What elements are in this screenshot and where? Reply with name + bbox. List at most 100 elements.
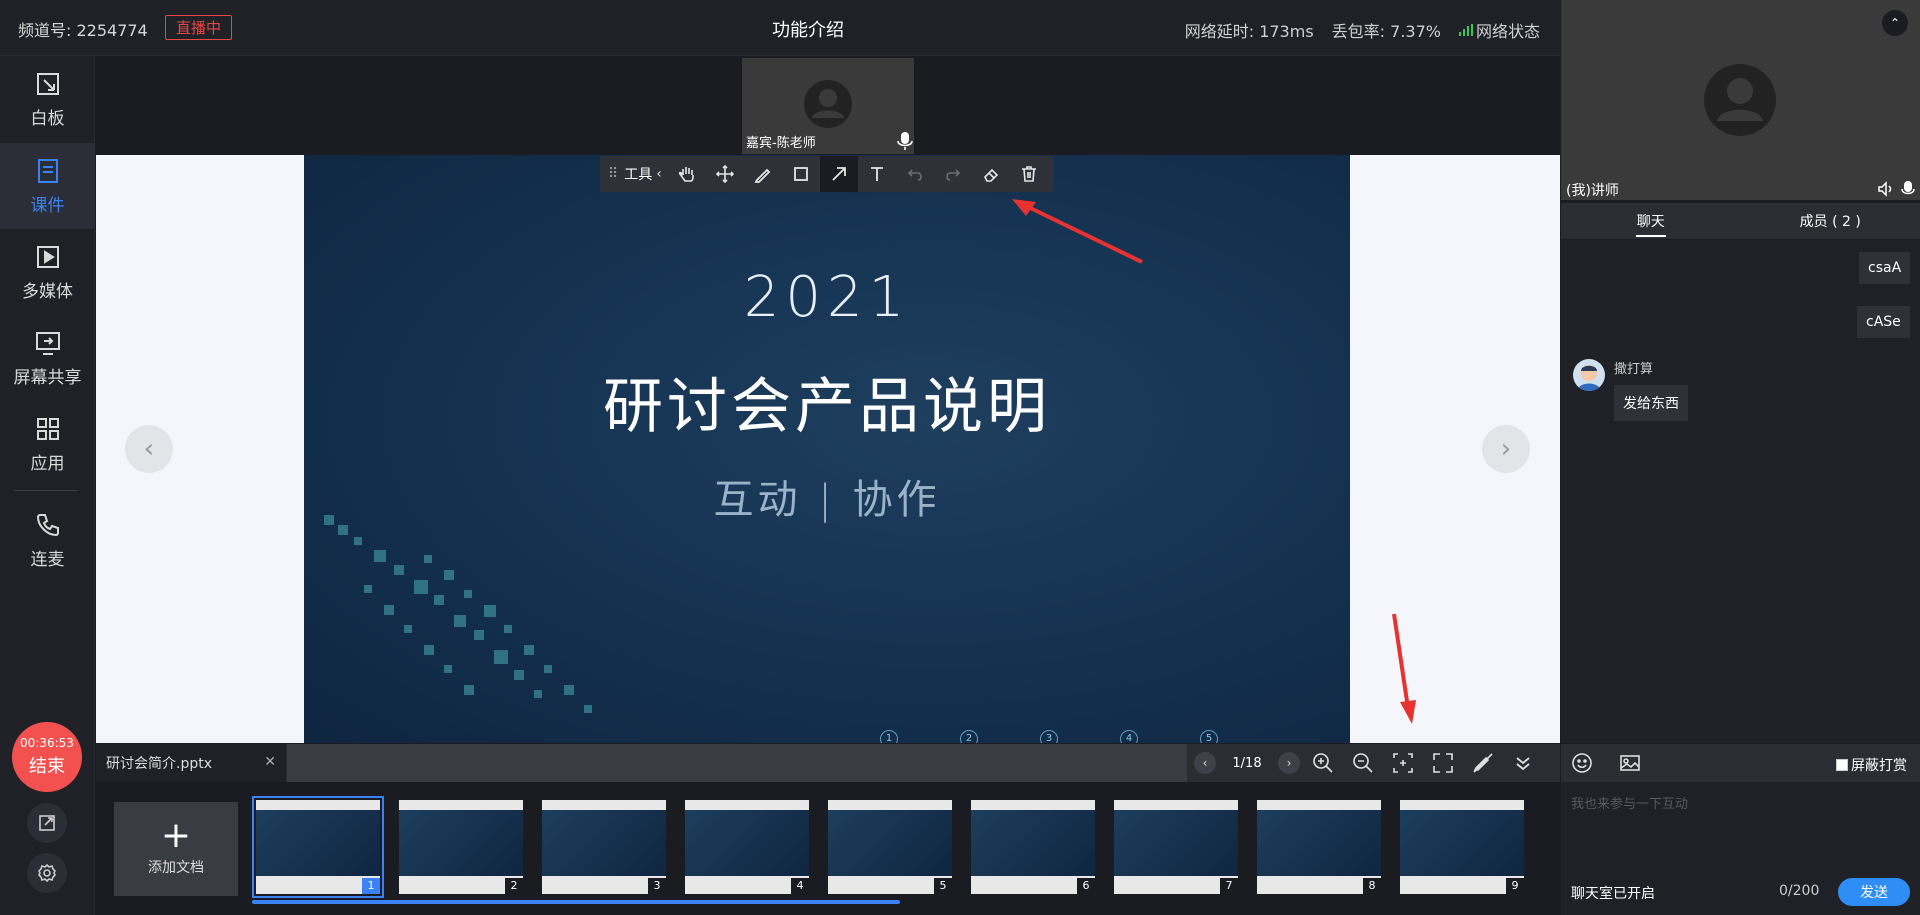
sidebar-item-whiteboard[interactable]: 白板 [0, 56, 95, 142]
send-button[interactable]: 发送 [1838, 878, 1910, 906]
tab-members[interactable]: 成员 ( 2 ) [1741, 203, 1920, 239]
slide-footer-number: 3 [1040, 730, 1058, 743]
popout-button[interactable] [27, 803, 67, 843]
thumbnail-number: 4 [791, 878, 809, 894]
slide-thumbnail[interactable]: 4 [685, 800, 809, 894]
annotation-toggle-button[interactable] [1466, 746, 1500, 780]
collapse-toolbar-button[interactable]: ‹ [656, 166, 662, 182]
sidebar-item-label: 连麦 [30, 549, 65, 570]
end-label: 结束 [29, 756, 65, 777]
document-controls: ‹ 1/18 › [1188, 744, 1560, 782]
slide-thumbnail[interactable]: 6 [971, 800, 1095, 894]
presenter-name: (我)讲师 [1566, 183, 1619, 199]
mic-icon [896, 131, 914, 155]
slide-footer-number: 5 [1200, 730, 1218, 743]
prev-slide-button[interactable]: ‹ [125, 425, 173, 473]
block-reward-label: 屏蔽打赏 [1851, 758, 1907, 774]
sidebar-item-label: 课件 [30, 195, 65, 216]
tab-chat[interactable]: 聊天 [1561, 203, 1741, 239]
sidebar-item-label: 应用 [30, 453, 65, 474]
thumbnail-number: 2 [505, 878, 523, 894]
live-duration: 00:36:53 [20, 736, 74, 750]
pen-tool[interactable] [744, 156, 782, 192]
fullscreen-button[interactable] [1426, 746, 1460, 780]
chat-message: cASe [1857, 306, 1910, 338]
block-reward-checkbox[interactable]: 屏蔽打赏 [1836, 755, 1907, 775]
thumbnail-number: 8 [1363, 878, 1381, 894]
close-icon[interactable]: ✕ [264, 754, 276, 770]
zoom-in-button[interactable] [1306, 746, 1340, 780]
collapse-thumbnails-button[interactable] [1506, 746, 1540, 780]
move-tool[interactable] [706, 156, 744, 192]
sidebar-item-label: 屏幕共享 [13, 367, 82, 388]
double-chevron-down-icon [1516, 757, 1530, 771]
document-tab[interactable]: 研讨会简介.pptx ✕ [96, 744, 286, 782]
zoom-out-icon [1353, 753, 1373, 773]
slide-thumbnail[interactable]: 7 [1114, 800, 1238, 894]
emoji-button[interactable] [1571, 752, 1593, 778]
clear-tool[interactable] [1010, 156, 1048, 192]
fit-width-button[interactable] [1386, 746, 1420, 780]
eraser-tool[interactable] [972, 156, 1010, 192]
chat-status: 聊天室已开启 [1571, 886, 1655, 902]
hand-icon [678, 167, 694, 182]
thumbnail-scrollbar[interactable] [252, 900, 900, 904]
slide-thumbnail[interactable]: 3 [542, 800, 666, 894]
checkbox[interactable] [1836, 759, 1848, 771]
slide-thumbnail[interactable]: 9 [1400, 800, 1524, 894]
thumbnail-number: 7 [1220, 878, 1238, 894]
slide-thumbnail[interactable]: 1 [252, 796, 384, 898]
chevron-left-icon: ‹ [1202, 756, 1208, 770]
drag-handle-icon[interactable]: ⠿ [608, 166, 618, 182]
add-document-button[interactable]: + 添加文档 [114, 802, 238, 896]
rectangle-icon [793, 167, 808, 181]
collapse-video-button[interactable]: ⌃ [1882, 10, 1908, 36]
chat-message: csaA [1859, 252, 1911, 284]
hand-tool[interactable] [668, 156, 706, 192]
sidebar-item-co-host[interactable]: 连麦 [0, 497, 95, 583]
slide-year: 2021 [743, 265, 911, 330]
next-page-button[interactable]: › [1278, 752, 1300, 774]
presenter-video[interactable] [1561, 0, 1920, 200]
sidebar-item-media[interactable]: 多媒体 [0, 229, 95, 315]
network-stats: 网络延时: 173ms 丢包率: 7.37% 网络状态 [1185, 18, 1540, 42]
next-slide-button[interactable]: › [1482, 425, 1530, 473]
toolbar-label: 工具 [624, 167, 653, 183]
sidebar-item-label: 白板 [30, 108, 65, 129]
arrow-tool[interactable] [819, 156, 858, 192]
fullscreen-icon [1433, 753, 1453, 773]
phone-icon [36, 513, 59, 536]
packet-loss-text: 丢包率: 7.37% [1331, 22, 1441, 41]
redo-button[interactable] [934, 156, 972, 192]
slide-footer-numbers: 1 2 3 4 5 [880, 730, 1218, 743]
mic-icon[interactable] [1900, 180, 1916, 198]
slide-thumbnail[interactable]: 2 [399, 800, 523, 894]
settings-button[interactable] [27, 853, 67, 893]
rectangle-tool[interactable] [782, 156, 820, 192]
annotation-off-icon [1473, 753, 1493, 773]
red-annotation-arrow [1392, 613, 1416, 724]
media-icon [36, 245, 59, 268]
image-icon [1620, 755, 1640, 771]
slide-footer-number: 1 [880, 730, 898, 743]
text-tool[interactable] [858, 156, 896, 192]
speaker-icon[interactable] [1876, 180, 1894, 198]
prev-page-button[interactable]: ‹ [1194, 752, 1216, 774]
slide-thumbnail[interactable]: 5 [828, 800, 952, 894]
sidebar-item-label: 多媒体 [22, 281, 73, 302]
image-button[interactable] [1619, 752, 1641, 778]
end-live-button[interactable]: 00:36:53 结束 [12, 722, 82, 792]
slide-title: 研讨会产品说明 [603, 372, 1051, 442]
sidebar-item-apps[interactable]: 应用 [0, 401, 95, 487]
sidebar-item-courseware[interactable]: 课件 [0, 143, 95, 229]
slide-subtitle: 互动 | 协作 [713, 477, 941, 523]
network-status[interactable]: 网络状态 [1458, 18, 1540, 42]
sidebar-item-screen-share[interactable]: 屏幕共享 [0, 315, 95, 401]
slide-footer-number: 4 [1120, 730, 1138, 743]
avatar-placeholder-icon [1704, 64, 1776, 136]
thumbnail-number: 1 [362, 878, 380, 894]
slide-thumbnail[interactable]: 8 [1257, 800, 1381, 894]
zoom-out-button[interactable] [1346, 746, 1380, 780]
chat-input-placeholder: 我也来参与一下互动 [1571, 797, 1689, 812]
undo-button[interactable] [896, 156, 934, 192]
